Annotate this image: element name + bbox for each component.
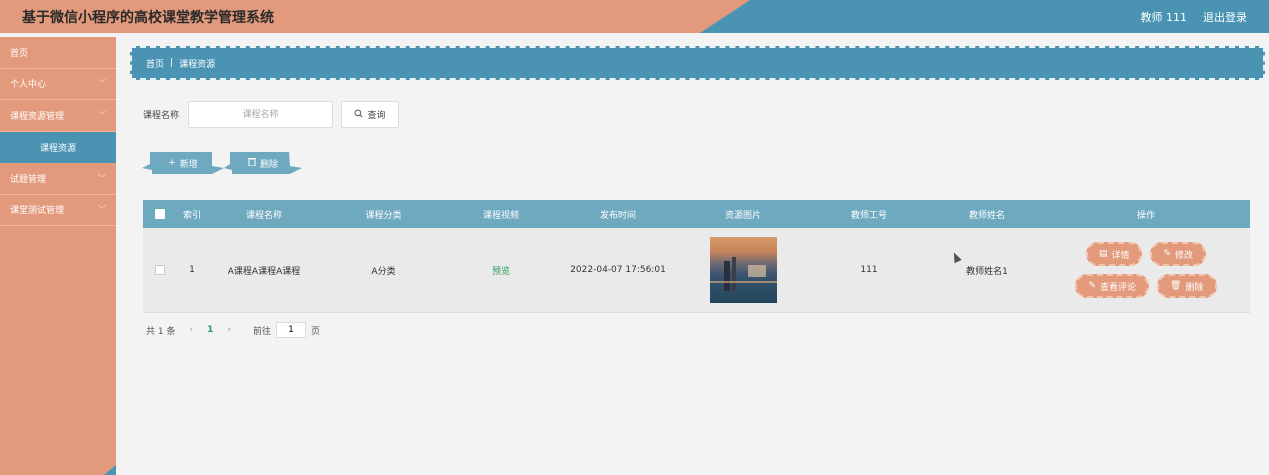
chevron-down-icon: ﹀ (98, 205, 106, 215)
search-icon (354, 108, 363, 121)
plus-icon: + (168, 158, 176, 168)
header-course-name: 课程名称 (245, 210, 282, 221)
search-button-label: 查询 (367, 111, 386, 121)
cell-index: 1 (189, 265, 195, 275)
sidebar-item-class-test-mgmt[interactable]: 课堂测试管理 ﹀ (0, 195, 116, 226)
breadcrumb-separator: | (170, 58, 174, 68)
delete-button-label: 删除 (259, 159, 278, 170)
sidebar-item-profile[interactable]: 个人中心 ﹀ (0, 69, 116, 100)
operation-row: ▤ 详情 ✎ 修改 (1085, 242, 1207, 266)
row-delete-button-label: 删除 (1185, 282, 1204, 293)
current-user: 教师 111 (1140, 11, 1188, 24)
sidebar-item-label: 课堂测试管理 (10, 206, 65, 217)
select-all-checkbox[interactable] (155, 209, 165, 219)
cell-teacher-name: 教师姓名1 (966, 266, 1008, 277)
pencil-icon: ✎ (1163, 249, 1172, 259)
pagination-goto-label: 前往 (252, 326, 271, 337)
top-header: 基于微信小程序的高校课堂教学管理系统 教师 111 退出登录 (0, 0, 1269, 33)
resource-thumbnail[interactable] (709, 237, 777, 303)
view-comments-button[interactable]: ✎ 查看评论 (1075, 274, 1150, 298)
sidebar-item-label: 课程资源 (39, 143, 76, 154)
table-header: 索引 课程名称 课程分类 课程视频 发布时间 资源图片 教师工号 教师姓名 操作 (143, 200, 1250, 228)
cell-teacher-id: 111 (860, 265, 878, 275)
add-button-label: 新增 (179, 159, 198, 170)
thumbnail-shape (731, 257, 736, 291)
detail-button-label: 详情 (1111, 250, 1130, 261)
app-title: 基于微信小程序的高校课堂教学管理系统 (22, 10, 274, 26)
chevron-down-icon: ﹀ (98, 110, 106, 120)
header-teacher-id: 教师工号 (850, 210, 887, 221)
search-button[interactable]: 查询 (341, 101, 399, 128)
pencil-icon: ✎ (1088, 281, 1097, 291)
pagination-total: 共 1 条 (146, 326, 176, 337)
sidebar-item-label: 个人中心 (10, 80, 47, 91)
delete-button[interactable]: 删除 (224, 152, 302, 174)
header-publish-time: 发布时间 (599, 210, 636, 221)
cell-video: 预览 (446, 228, 556, 312)
edit-button[interactable]: ✎ 修改 (1150, 242, 1207, 266)
chevron-left-icon[interactable]: ‹ (189, 325, 193, 335)
thumbnail-shape (747, 265, 766, 277)
trash-icon: 🗑 (1170, 281, 1182, 291)
header-image: 资源图片 (724, 210, 761, 221)
chevron-down-icon: ﹀ (98, 79, 106, 89)
header-operations: 操作 (1136, 210, 1155, 221)
view-comments-button-label: 查看评论 (1100, 282, 1137, 293)
trash-icon (247, 157, 256, 169)
video-preview-link[interactable]: 预览 (492, 264, 510, 277)
header-video: 课程视频 (482, 210, 519, 221)
cell-category: A分类 (371, 266, 396, 277)
pagination-unit: 页 (310, 326, 320, 337)
operation-buttons: ▤ 详情 ✎ 修改 ✎ 查看评论 🗑 删除 (1075, 242, 1217, 298)
cell-publish-time: 2022-04-07 17:56:01 (570, 265, 666, 275)
cell-image (680, 228, 806, 312)
breadcrumb: 首页 | 课程资源 (130, 46, 1265, 80)
search-label: 课程名称 (143, 111, 180, 121)
row-select-cell (143, 228, 177, 312)
sidebar-item-course-resource-mgmt[interactable]: 课程资源管理 ﹀ (0, 100, 116, 132)
course-resource-table: 索引 课程名称 课程分类 课程视频 发布时间 资源图片 教师工号 教师姓名 操作… (143, 200, 1250, 313)
row-delete-button[interactable]: 🗑 删除 (1157, 274, 1217, 298)
sidebar-item-question-mgmt[interactable]: 试题管理 ﹀ (0, 163, 116, 195)
add-button[interactable]: + 新增 (142, 152, 224, 174)
edit-button-label: 修改 (1175, 250, 1194, 261)
header-teacher-name: 教师姓名 (968, 210, 1005, 221)
sidebar-subitem-course-resource[interactable]: 课程资源 (0, 131, 116, 163)
pagination: 共 1 条 ‹ 1 › 前往 页 (146, 322, 320, 338)
header-select-cell (143, 200, 177, 228)
row-checkbox[interactable] (155, 265, 165, 275)
chevron-down-icon: ﹀ (98, 173, 106, 183)
chevron-right-icon[interactable]: › (227, 325, 231, 335)
sidebar: 首页 个人中心 ﹀ 课程资源管理 ﹀ 课程资源 试题管理 ﹀ 课堂测试管理 ﹀ (0, 37, 116, 475)
search-input[interactable] (188, 101, 333, 128)
sidebar-item-label: 试题管理 (10, 174, 47, 185)
breadcrumb-current: 课程资源 (179, 59, 216, 70)
cell-operations: ▤ 详情 ✎ 修改 ✎ 查看评论 🗑 删除 (1042, 228, 1250, 312)
thumbnail-shape (709, 281, 777, 283)
sidebar-corner-decoration (104, 465, 116, 475)
sidebar-item-home[interactable]: 首页 (0, 37, 116, 69)
operation-row: ✎ 查看评论 🗑 删除 (1075, 274, 1217, 298)
logout-link[interactable]: 退出登录 (1203, 9, 1247, 25)
breadcrumb-home[interactable]: 首页 (146, 57, 164, 70)
cell-course-name: A课程A课程A课程 (227, 266, 301, 277)
document-icon: ▤ (1098, 249, 1108, 259)
thumbnail-shape (723, 261, 730, 291)
pagination-goto-input[interactable] (275, 322, 306, 338)
header-index: 索引 (182, 210, 201, 221)
table-row: 1 A课程A课程A课程 A分类 预览 2022-04-07 17:56:01 1… (143, 228, 1250, 313)
header-category: 课程分类 (365, 210, 402, 221)
detail-button[interactable]: ▤ 详情 (1085, 242, 1143, 266)
sidebar-item-label: 课程资源管理 (10, 111, 65, 122)
sidebar-item-label: 首页 (10, 48, 29, 59)
pagination-page[interactable]: 1 (207, 325, 213, 335)
